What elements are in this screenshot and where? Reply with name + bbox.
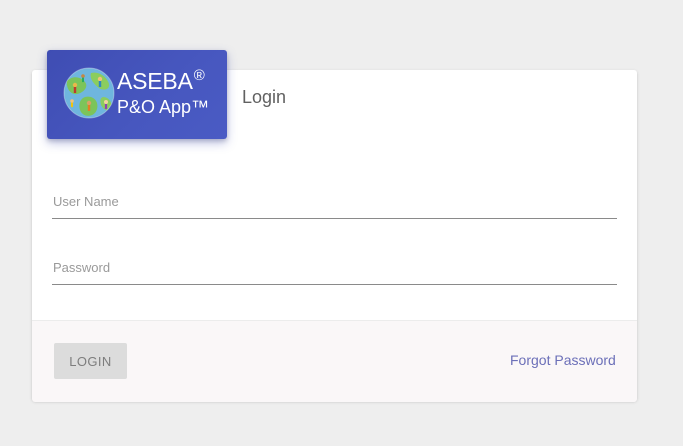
password-input[interactable] [53,254,613,280]
globe-with-people-icon [63,67,115,119]
brand-logo-box: ASEBA® P&O App™ [47,50,227,139]
username-input[interactable] [53,188,613,214]
brand-name: ASEBA® [117,67,205,94]
brand-subtitle: P&O App™ [117,97,210,117]
login-button[interactable]: LOGIN [54,343,127,379]
forgot-password-link[interactable]: Forgot Password [510,352,616,368]
page-title: Login [242,87,287,107]
registered-mark: ® [193,67,205,84]
password-field [52,254,617,285]
username-field [52,188,617,219]
